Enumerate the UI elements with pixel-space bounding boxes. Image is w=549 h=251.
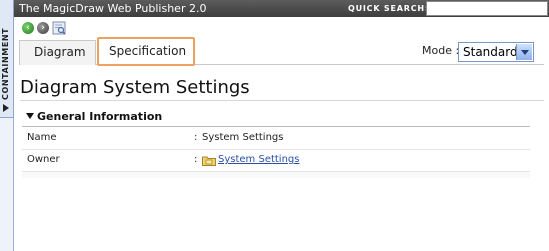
quick-search-input[interactable] <box>426 1 548 16</box>
forward-arrow-icon[interactable]: › <box>37 22 49 34</box>
collapse-arrow-icon[interactable] <box>26 113 34 119</box>
property-row-owner: Owner : System Settings <box>22 150 530 172</box>
chevron-down-icon[interactable] <box>516 44 532 60</box>
property-colon: : <box>194 154 198 165</box>
property-row-name: Name : System Settings <box>22 128 530 150</box>
containment-rail: CONTAINMENT <box>0 0 14 251</box>
property-label: Name <box>27 132 57 143</box>
title-divider <box>20 100 544 101</box>
package-folder-icon <box>202 156 216 166</box>
panel-bottom <box>22 172 530 178</box>
mode-select[interactable]: Standard <box>458 42 534 62</box>
containment-label: CONTAINMENT <box>1 27 10 100</box>
back-arrow-icon[interactable]: ‹ <box>22 22 34 34</box>
section-header[interactable]: General Information <box>26 110 162 123</box>
owner-link[interactable]: System Settings <box>218 154 299 165</box>
expand-arrow-icon[interactable] <box>3 104 9 112</box>
title-bar: The MagicDraw Web Publisher 2.0 QUICK SE… <box>14 0 549 17</box>
property-label: Owner <box>27 154 60 165</box>
tab-specification[interactable]: Specification <box>97 37 195 66</box>
section-divider <box>22 126 530 127</box>
app-title: The MagicDraw Web Publisher 2.0 <box>19 2 207 15</box>
containment-tab[interactable]: CONTAINMENT <box>0 0 14 118</box>
section-title: General Information <box>37 110 163 123</box>
property-colon: : <box>194 132 198 143</box>
mode-label: Mode : <box>422 44 460 57</box>
quick-search-label: QUICK SEARCH: <box>348 4 429 13</box>
page-title: Diagram System Settings <box>20 77 250 98</box>
tab-bar: Diagram Specification Mode : Standard <box>19 37 544 66</box>
mode-selected-value: Standard <box>463 45 518 59</box>
property-value: System Settings <box>202 132 284 143</box>
find-icon[interactable] <box>52 21 66 35</box>
tab-diagram[interactable]: Diagram <box>19 40 96 65</box>
